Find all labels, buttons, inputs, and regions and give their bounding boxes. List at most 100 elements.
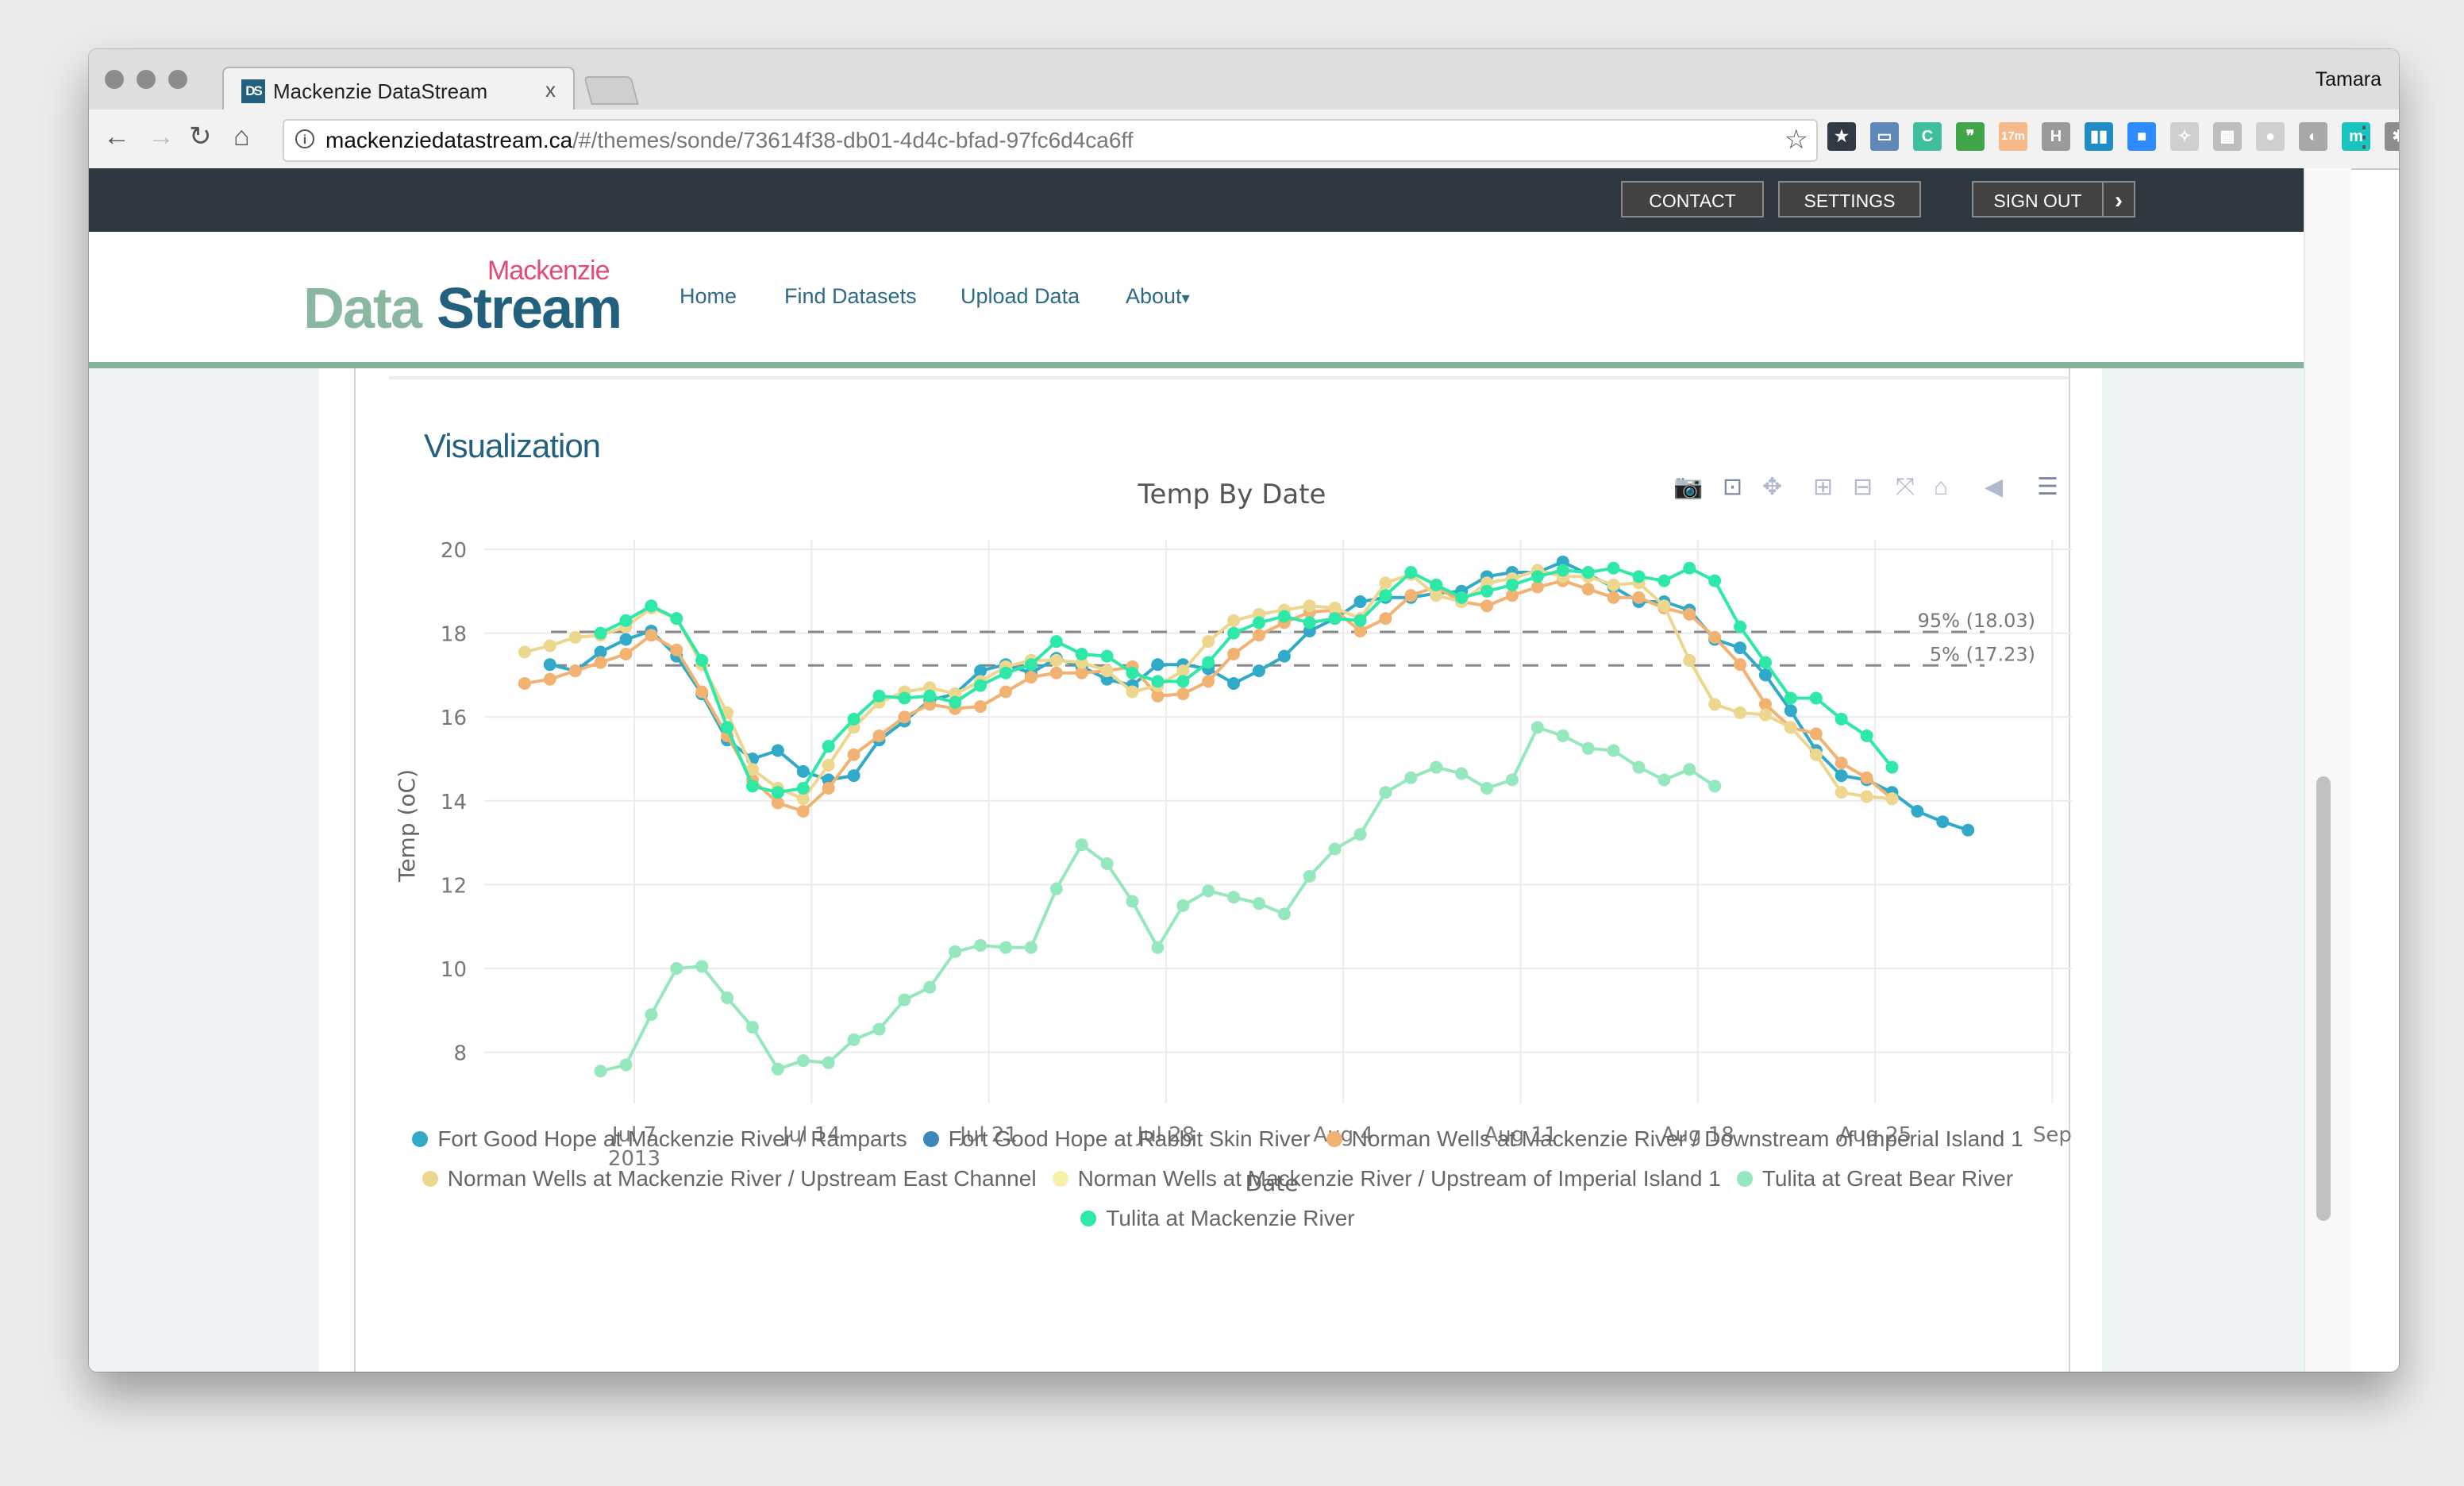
data-point[interactable] (1530, 570, 1544, 583)
data-point[interactable] (1784, 704, 1797, 718)
data-point[interactable] (1607, 591, 1620, 604)
data-point[interactable] (1835, 712, 1848, 726)
zoom-in-icon[interactable]: ⊞ (1813, 473, 1842, 502)
data-point[interactable] (1277, 649, 1291, 663)
data-point[interactable] (1379, 589, 1392, 602)
data-point[interactable] (1353, 595, 1367, 608)
data-point[interactable] (1379, 576, 1392, 590)
data-point[interactable] (1734, 706, 1747, 719)
data-point[interactable] (1835, 769, 1848, 783)
data-point[interactable] (1505, 578, 1519, 591)
data-point[interactable] (1455, 767, 1469, 780)
data-point[interactable] (568, 630, 582, 644)
data-point[interactable] (1734, 641, 1747, 655)
data-point[interactable] (1252, 897, 1265, 910)
data-point[interactable] (543, 639, 556, 653)
data-point[interactable] (1784, 691, 1797, 705)
data-point[interactable] (1607, 578, 1620, 591)
data-point[interactable] (1581, 741, 1595, 755)
data-point[interactable] (1100, 857, 1114, 870)
data-point[interactable] (619, 1058, 633, 1072)
data-point[interactable] (1683, 653, 1696, 667)
data-point[interactable] (1151, 675, 1165, 688)
data-point[interactable] (1328, 842, 1342, 856)
data-point[interactable] (1657, 773, 1671, 787)
data-point[interactable] (1708, 698, 1722, 711)
data-point[interactable] (847, 769, 860, 783)
data-point[interactable] (1683, 561, 1696, 575)
data-point[interactable] (796, 764, 810, 778)
data-point[interactable] (1505, 773, 1519, 787)
data-point[interactable] (796, 805, 810, 818)
data-point[interactable] (1404, 771, 1418, 784)
data-point[interactable] (898, 710, 911, 724)
data-point[interactable] (974, 938, 988, 952)
data-point[interactable] (594, 656, 607, 669)
data-point[interactable] (1252, 664, 1265, 678)
autoscale-icon[interactable]: ⤧ (1896, 473, 1924, 502)
data-point[interactable] (543, 658, 556, 672)
data-point[interactable] (1100, 664, 1114, 678)
data-point[interactable] (1049, 653, 1063, 667)
data-point[interactable] (1632, 760, 1646, 774)
data-point[interactable] (1455, 591, 1469, 604)
data-point[interactable] (1176, 687, 1190, 701)
data-point[interactable] (1962, 823, 1975, 837)
data-point[interactable] (1303, 599, 1316, 613)
data-point[interactable] (1632, 591, 1646, 604)
data-point[interactable] (1860, 790, 1873, 803)
data-point[interactable] (695, 653, 709, 667)
data-point[interactable] (949, 695, 962, 709)
data-point[interactable] (1379, 786, 1392, 799)
legend-item[interactable]: Fort Good Hope at Mackenzie River / Ramp… (412, 1119, 907, 1159)
data-point[interactable] (1860, 771, 1873, 784)
data-point[interactable] (949, 945, 962, 958)
data-point[interactable] (1708, 630, 1722, 644)
data-point[interactable] (898, 691, 911, 705)
data-point[interactable] (771, 786, 784, 799)
data-point[interactable] (619, 648, 633, 660)
data-point[interactable] (619, 614, 633, 627)
data-point[interactable] (1480, 584, 1494, 598)
data-point[interactable] (1657, 574, 1671, 587)
data-point[interactable] (822, 758, 835, 772)
data-point[interactable] (670, 962, 683, 975)
data-point[interactable] (1075, 648, 1088, 660)
data-point[interactable] (872, 1022, 886, 1036)
data-point[interactable] (695, 685, 709, 699)
data-point[interactable] (796, 1054, 810, 1068)
data-point[interactable] (1227, 891, 1241, 904)
data-point[interactable] (1911, 805, 1924, 818)
data-point[interactable] (745, 780, 759, 793)
data-point[interactable] (645, 599, 658, 613)
data-point[interactable] (1024, 658, 1038, 672)
data-point[interactable] (1734, 620, 1747, 633)
data-point[interactable] (1202, 635, 1215, 649)
legend-item[interactable]: Tulita at Great Bear River (1736, 1159, 2013, 1199)
data-point[interactable] (1835, 786, 1848, 799)
data-point[interactable] (1303, 869, 1316, 883)
data-point[interactable] (898, 993, 911, 1007)
data-point[interactable] (1784, 721, 1797, 734)
data-point[interactable] (1556, 729, 1569, 742)
data-point[interactable] (1758, 708, 1772, 722)
data-point[interactable] (1277, 610, 1291, 623)
data-point[interactable] (796, 781, 810, 795)
data-point[interactable] (1404, 589, 1418, 602)
data-point[interactable] (1176, 675, 1190, 688)
data-point[interactable] (847, 748, 860, 761)
hover-closest-icon[interactable]: ◀ (1985, 473, 2013, 502)
data-point[interactable] (1809, 691, 1823, 705)
data-point[interactable] (822, 1056, 835, 1069)
data-point[interactable] (1126, 685, 1139, 699)
data-point[interactable] (974, 700, 988, 713)
data-point[interactable] (847, 1033, 860, 1046)
data-point[interactable] (1075, 838, 1088, 852)
data-point[interactable] (1683, 763, 1696, 776)
data-point[interactable] (1202, 884, 1215, 898)
data-point[interactable] (1328, 612, 1342, 626)
series-6[interactable] (594, 561, 1899, 799)
pan-icon[interactable]: ✥ (1762, 473, 1791, 502)
data-point[interactable] (1809, 727, 1823, 741)
data-point[interactable] (594, 626, 607, 640)
